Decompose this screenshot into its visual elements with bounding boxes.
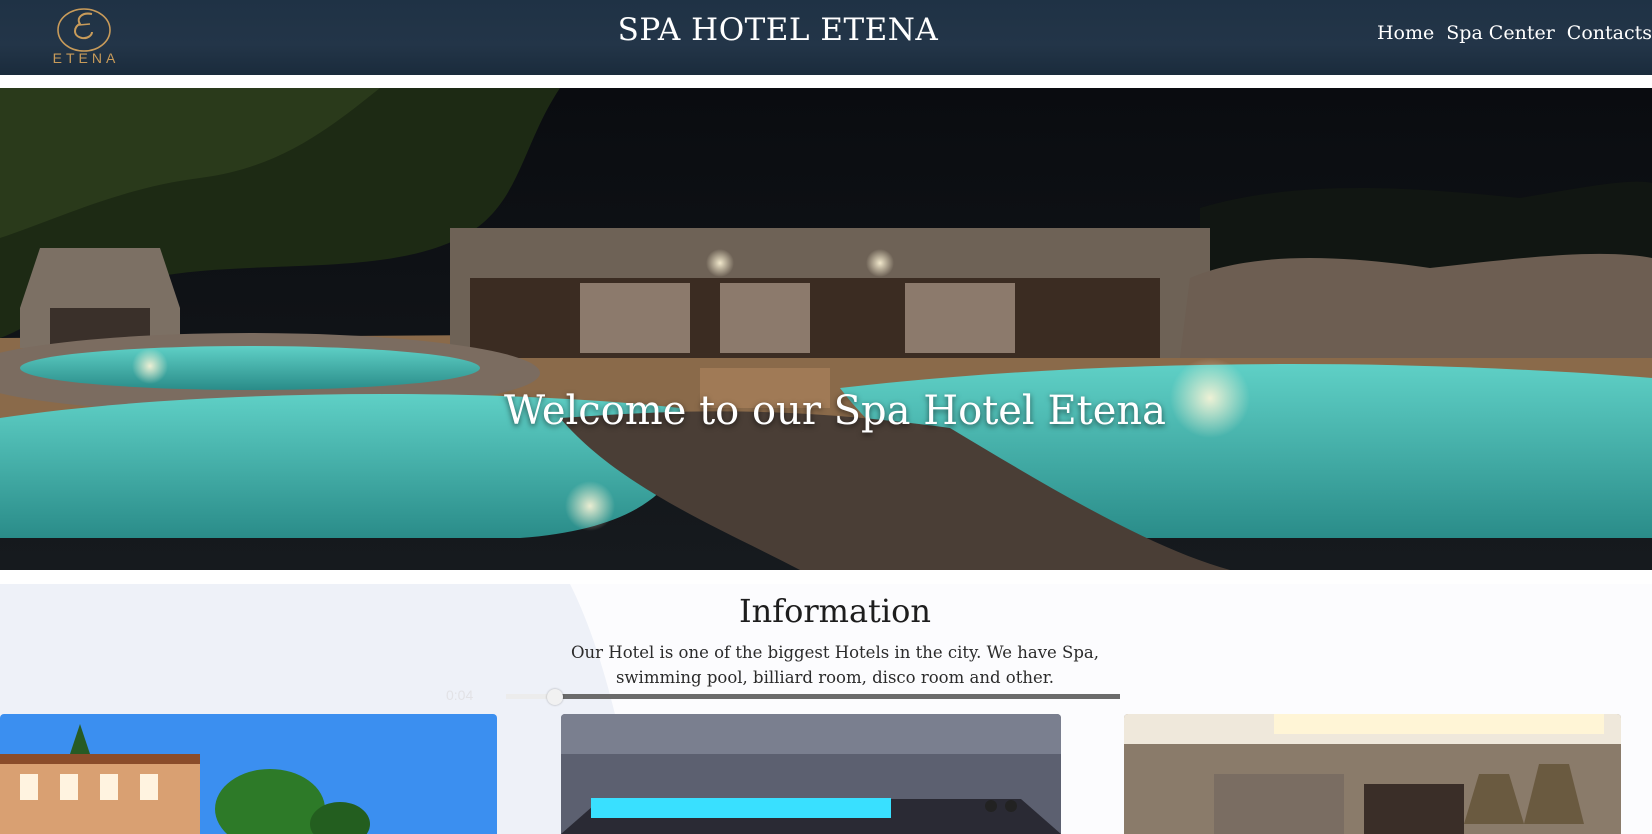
etena-logo[interactable]: ETENA	[46, 4, 126, 66]
card-billiard-room[interactable]	[1124, 714, 1621, 834]
nav-contacts[interactable]: Contacts	[1567, 22, 1652, 50]
seek-thumb[interactable]	[547, 689, 564, 705]
information-text: Our Hotel is one of the biggest Hotels i…	[571, 643, 1099, 687]
hero-banner: Welcome to our Spa Hotel Etena	[0, 88, 1652, 570]
nav-home[interactable]: Home	[1377, 22, 1434, 50]
hero-heading: Welcome to our Spa Hotel Etena	[503, 388, 1166, 434]
media-player: 0:04	[446, 687, 1176, 705]
seek-bar[interactable]	[506, 689, 1120, 705]
card-disco-room[interactable]	[561, 714, 1061, 834]
site-header: ETENA SPA HOTEL ETENA Home Spa Center Co…	[0, 0, 1652, 75]
logo-emblem-icon	[57, 8, 111, 52]
hotel-exterior-image	[0, 714, 497, 834]
card-hotel-exterior[interactable]	[0, 714, 497, 834]
site-title: SPA HOTEL ETENA	[617, 12, 939, 48]
billiard-room-image	[1124, 714, 1621, 834]
disco-room-image	[561, 714, 1061, 834]
nav-spa-center[interactable]: Spa Center	[1446, 22, 1555, 50]
player-time: 0:04	[446, 687, 474, 703]
main-nav: Home Spa Center Contacts	[1377, 22, 1652, 50]
information-title: Information	[738, 592, 932, 630]
logo-wordmark: ETENA	[52, 50, 120, 66]
hero-pool-image	[0, 88, 1652, 570]
